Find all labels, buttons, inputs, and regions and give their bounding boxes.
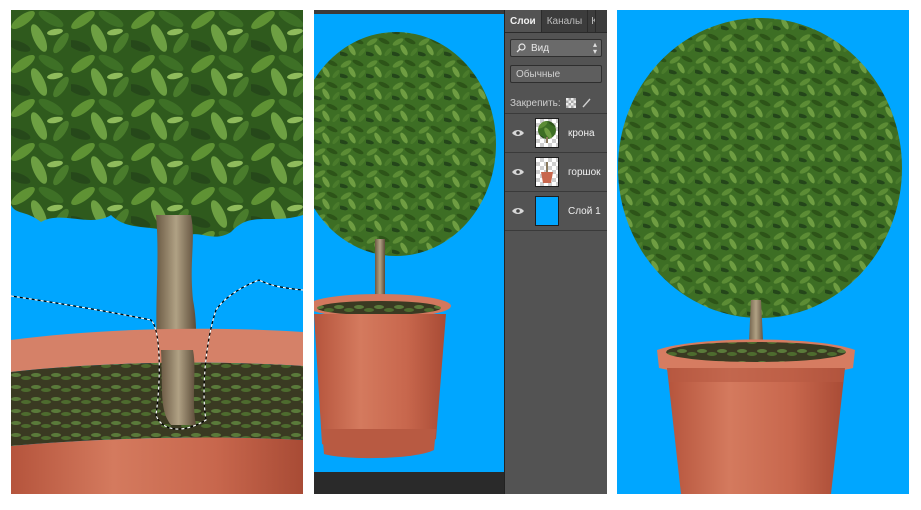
tab-paths-truncated[interactable]: К bbox=[588, 10, 597, 32]
zoomed-selection-image bbox=[11, 10, 303, 494]
layer-row[interactable]: Слой 1 bbox=[505, 192, 607, 231]
visibility-eye-icon[interactable] bbox=[505, 207, 531, 215]
photoshop-workspace: Слои Каналы К Вид ▴▾ Обычные Закрепить: bbox=[314, 10, 607, 494]
lock-transparent-pixels-icon[interactable] bbox=[565, 98, 576, 108]
layer-filter-value: Вид bbox=[531, 42, 550, 54]
visibility-eye-icon[interactable] bbox=[505, 168, 531, 176]
layer-row[interactable]: горшок bbox=[505, 153, 607, 192]
result-image bbox=[617, 10, 909, 494]
result-plant-illustration bbox=[618, 18, 902, 494]
layer-name: крона bbox=[568, 127, 595, 139]
document-canvas[interactable] bbox=[314, 14, 504, 472]
spinner-icon: ▴ ▾ bbox=[592, 40, 597, 56]
layer-thumbnail-pot bbox=[535, 157, 559, 187]
canvas-plant-illustration bbox=[314, 32, 496, 459]
zoomed-plant-illustration bbox=[11, 10, 303, 494]
visibility-eye-icon[interactable] bbox=[505, 129, 531, 137]
panel-tabs: Слои Каналы К bbox=[505, 10, 607, 33]
search-icon bbox=[516, 43, 526, 53]
blend-mode-select[interactable]: Обычные bbox=[510, 65, 602, 83]
lock-label: Закрепить: bbox=[510, 97, 561, 109]
layer-filter-select[interactable]: Вид ▴ ▾ bbox=[510, 39, 602, 57]
brush-lock-icon[interactable] bbox=[581, 98, 591, 108]
canvas-status-bar bbox=[314, 472, 504, 494]
blend-mode-value: Обычные bbox=[516, 68, 561, 80]
layer-name: Слой 1 bbox=[568, 205, 601, 217]
layer-row[interactable]: крона bbox=[505, 114, 607, 153]
tab-channels[interactable]: Каналы bbox=[542, 10, 589, 32]
lock-row: Закрепить: bbox=[505, 93, 607, 114]
layer-thumbnail-fill bbox=[535, 196, 559, 226]
tab-layers[interactable]: Слои bbox=[505, 10, 542, 32]
layer-thumbnail-crown bbox=[535, 118, 559, 148]
layers-panel: Слои Каналы К Вид ▴▾ Обычные Закрепить: bbox=[504, 10, 607, 494]
layer-name: горшок bbox=[568, 166, 601, 178]
